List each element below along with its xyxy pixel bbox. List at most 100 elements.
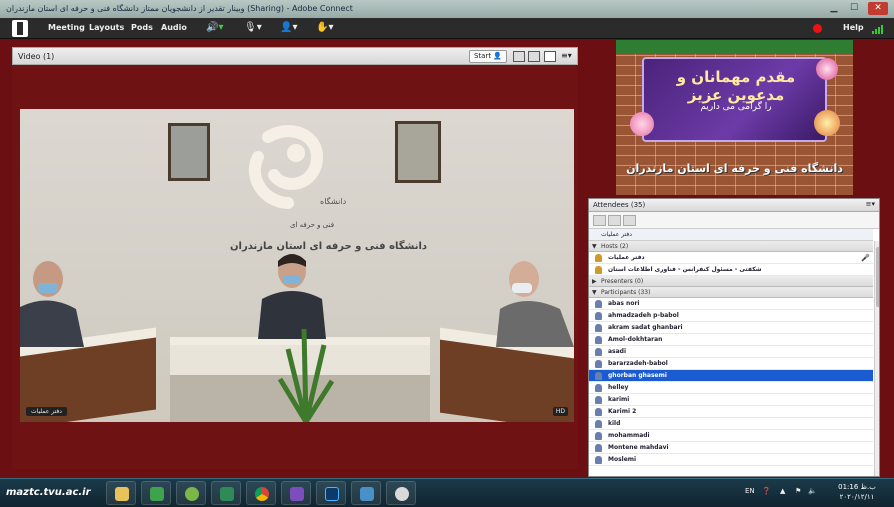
video-pod-count: (1) [42,52,55,61]
user-icon [595,312,602,320]
menu-layouts[interactable]: Layouts [89,23,124,32]
attendees-header: Attendees (35) ≡▾ [589,199,879,212]
host-row[interactable]: شکفتی - مسئول کنفرانس - فناوری اطلاعات ا… [589,264,873,276]
window-title-bar: وبینار تقدیر از دانشجویان ممتاز دانشگاه … [0,0,894,18]
window-title: وبینار تقدیر از دانشجویان ممتاز دانشگاه … [6,4,353,13]
attendees-count: (35) [630,201,646,209]
pod-menu-icon[interactable]: ≡▾ [866,200,875,208]
attendees-scrollbar[interactable] [874,241,879,476]
start-webcam-button[interactable]: Start 👤 [469,50,507,63]
participant-row[interactable]: helley [589,382,873,394]
welcome-banner: مقدم مهمانان و مدعوین عزیز را گرامی می د… [616,40,853,195]
participant-row[interactable]: Montene mahdavi [589,442,873,454]
video-feed: دانشگاه فنی و حرفه ای دانشگاه فنی و حرفه… [20,109,574,422]
recording-indicator-icon[interactable] [813,24,822,33]
menu-pods[interactable]: Pods [131,23,153,32]
help-tray-icon[interactable]: ❓ [762,487,771,495]
connect-menubar: Meeting Layouts Pods Audio 🔊▾ 🎙▾ 👤▾ ✋▾ H… [0,18,894,39]
taskbar-app-icon[interactable] [141,481,171,505]
participant-row[interactable]: kild [589,418,873,430]
participant-row[interactable]: abas nori [589,298,873,310]
taskbar-clock[interactable]: 01:16 ب.ظ ۲۰۲۰/۱۲/۱۱ [832,482,882,502]
site-watermark: maztc.tvu.ac.ir [6,487,91,498]
role-view-icon[interactable] [608,215,621,226]
user-icon [595,336,602,344]
minimize-button[interactable]: ▁ [826,2,842,15]
raise-hand-icon[interactable]: ✋▾ [316,22,333,33]
meeting-workspace: Video (1) Start 👤 ≡▾ دانشگاه فنی و حرفه … [0,39,894,478]
grid-view-icon[interactable] [513,51,525,62]
attendees-title: Attendees [593,201,629,209]
user-icon [595,432,602,440]
screen: وبینار تقدیر از دانشجویان ممتاز دانشگاه … [0,0,894,507]
volume-tray-icon[interactable]: 🔈 [808,487,817,495]
menu-audio[interactable]: Audio [161,23,187,32]
pod-menu-icon[interactable]: ≡▾ [561,51,572,60]
participant-row[interactable]: ghorban ghasemi [589,370,873,382]
collapse-arrow-icon[interactable]: ▼ [592,243,597,250]
participant-row[interactable]: mohammadi [589,430,873,442]
menu-meeting[interactable]: Meeting [48,23,85,32]
portrait-frame-right [395,121,441,183]
flower-icon [814,110,840,136]
close-button[interactable]: ✕ [868,2,888,15]
participant-row[interactable]: Amol-dokhtaran [589,334,873,346]
video-pod-title: Video [18,52,41,61]
list-view-icon[interactable] [593,215,606,226]
taskbar-app-icon[interactable] [211,481,241,505]
participant-row[interactable]: ahmadzadeh p-babol [589,310,873,322]
scrollbar-thumb[interactable] [876,247,879,307]
person-left [20,261,84,347]
expand-arrow-icon[interactable]: ▶ [592,278,597,285]
hosts-section[interactable]: ▼ Hosts (2) [589,241,873,252]
participant-row[interactable]: asadi [589,346,873,358]
participant-row[interactable]: akram sadat ghanbari [589,322,873,334]
attendees-pod: Attendees (35) ≡▾ دفتر عملیات ▼ Hosts (2… [588,198,880,477]
menu-help[interactable]: Help [843,23,864,32]
filmstrip-view-icon[interactable] [528,51,540,62]
host-user-icon [595,254,602,262]
taskbar-chrome-icon[interactable] [246,481,276,505]
user-icon [595,420,602,428]
my-status-row[interactable]: دفتر عملیات [589,229,873,241]
taskbar-app-icon[interactable] [386,481,416,505]
camera-icon[interactable]: 👤▾ [280,22,297,33]
portrait-frame-left [168,123,210,181]
plant [277,328,335,422]
language-indicator[interactable]: EN [745,487,755,495]
fullscreen-icon[interactable] [544,51,556,62]
logo-caption-small: دانشگاه [320,197,347,206]
speaker-icon[interactable]: 🔊▾ [206,22,223,33]
windows-taskbar: maztc.tvu.ac.ir EN ❓ ▲ ⚑ 🔈 01:16 ب.ظ ۲۰۲… [0,478,894,507]
participant-row[interactable]: Karimi 2 [589,406,873,418]
user-icon [595,324,602,332]
flower-icon [630,112,654,136]
user-icon [595,408,602,416]
participant-row[interactable]: bararzadeh-babol [589,358,873,370]
user-icon [595,348,602,356]
network-tray-icon[interactable]: ▲ [780,487,785,495]
banner-greeting: مقدم مهمانان و مدعوین عزیز [676,68,796,104]
flag-tray-icon[interactable]: ⚑ [795,487,801,495]
maximize-button[interactable]: ☐ [846,2,862,15]
collapse-arrow-icon[interactable]: ▼ [592,289,597,296]
status-view-icon[interactable] [623,215,636,226]
video-pod: Video (1) Start 👤 ≡▾ دانشگاه فنی و حرفه … [12,47,578,469]
host-row[interactable]: دفتر عملیات 🎤 [589,252,873,264]
taskbar-app-icon[interactable] [176,481,206,505]
participants-section[interactable]: ▼ Participants (33) [589,287,873,298]
user-icon [595,444,602,452]
user-icon [595,396,602,404]
user-icon [595,456,602,464]
user-icon [595,360,602,368]
taskbar-app-icon[interactable] [281,481,311,505]
taskbar-app-icon[interactable] [351,481,381,505]
taskbar-explorer-icon[interactable] [106,481,136,505]
hd-badge: HD [552,407,568,416]
microphone-icon: 🎤 [861,254,870,262]
participant-row[interactable]: Moslemi [589,454,873,466]
presenters-section[interactable]: ▶ Presenters (0) [589,276,873,287]
participant-row[interactable]: karimi [589,394,873,406]
taskbar-photoshop-icon[interactable] [316,481,346,505]
microphone-icon[interactable]: 🎙▾ [244,22,262,33]
